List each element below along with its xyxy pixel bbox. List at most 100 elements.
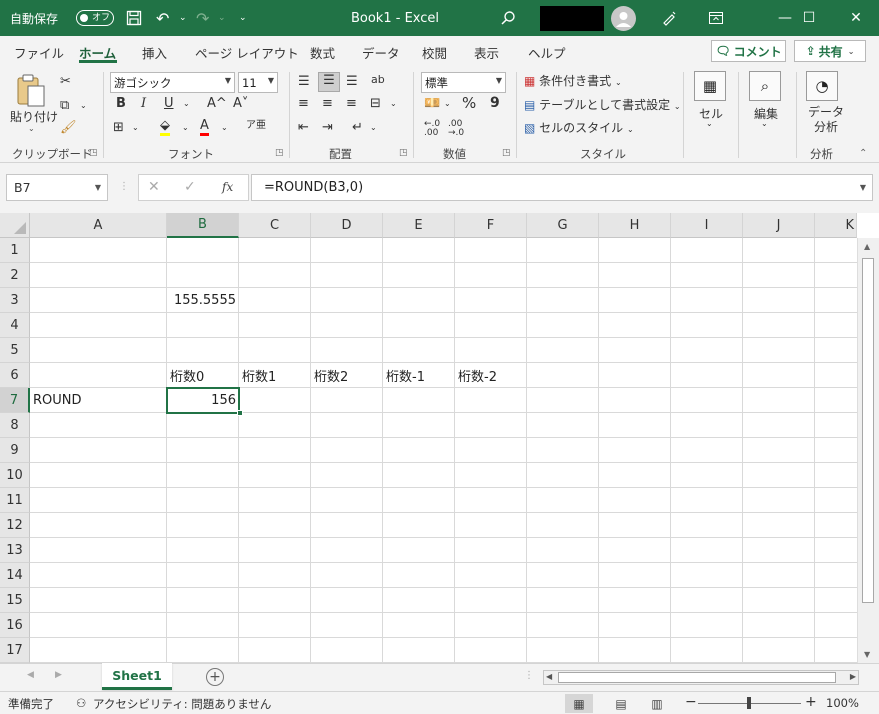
column-header-i[interactable]: I <box>671 213 743 238</box>
currency-dropdown-icon[interactable]: ⌄ <box>444 96 451 112</box>
increase-indent-icon[interactable]: ⇥ <box>322 120 333 136</box>
tab-split-grip[interactable]: ⋮ <box>524 670 534 681</box>
row-header-14[interactable]: 14 <box>0 563 30 588</box>
formula-bar-grip[interactable]: ⋮ <box>119 181 129 192</box>
column-header-b[interactable]: B <box>167 213 239 238</box>
alignment-launcher-icon[interactable]: ◳ <box>399 148 408 158</box>
align-middle-icon[interactable]: ☰ <box>318 72 340 92</box>
cell-c6[interactable]: 桁数1 <box>239 363 311 388</box>
tab-data[interactable]: データ <box>362 43 400 62</box>
column-header-c[interactable]: C <box>239 213 311 238</box>
comma-button[interactable]: 9 <box>490 95 500 111</box>
zoom-level[interactable]: 100% <box>826 696 859 710</box>
row-header-4[interactable]: 4 <box>0 313 30 338</box>
column-header-k[interactable]: K <box>815 213 857 238</box>
column-header-f[interactable]: F <box>455 213 527 238</box>
copy-dropdown-icon[interactable]: ⌄ <box>80 98 87 114</box>
maximize-button[interactable]: ☐ <box>786 0 832 36</box>
zoom-out-button[interactable]: − <box>685 694 697 710</box>
row-header-17[interactable]: 17 <box>0 638 30 663</box>
select-all-button[interactable] <box>0 213 30 238</box>
autosave-toggle[interactable]: オフ <box>76 10 114 26</box>
fill-color-icon[interactable]: ⬙ <box>160 118 170 136</box>
column-header-e[interactable]: E <box>383 213 455 238</box>
column-header-a[interactable]: A <box>30 213 167 238</box>
vertical-scrollbar[interactable]: ▲ ▼ <box>857 238 879 663</box>
page-break-view-button[interactable]: ▥ <box>643 694 671 713</box>
row-header-9[interactable]: 9 <box>0 438 30 463</box>
enter-icon[interactable]: ✓ <box>184 179 196 195</box>
row-header-5[interactable]: 5 <box>0 338 30 363</box>
conditional-formatting-button[interactable]: ▦ 条件付き書式 ⌄ <box>524 72 622 89</box>
scroll-left-icon[interactable]: ◀ <box>546 672 552 681</box>
cut-icon[interactable]: ✂ <box>60 74 71 90</box>
worksheet-grid[interactable]: A B C D E F G H I J K 1 2 3 4 5 6 7 8 9 … <box>0 213 879 663</box>
number-format-select[interactable]: 標準 ▼ <box>421 72 506 93</box>
row-header-8[interactable]: 8 <box>0 413 30 438</box>
cell-styles-button[interactable]: ▧ セルのスタイル ⌄ <box>524 119 634 136</box>
row-header-2[interactable]: 2 <box>0 263 30 288</box>
wrap-text-icon[interactable]: ↵ <box>352 120 363 136</box>
cell-f6[interactable]: 桁数-2 <box>455 363 527 388</box>
format-painter-icon[interactable]: 🖌 <box>60 120 77 136</box>
bold-button[interactable]: B <box>116 96 126 112</box>
scroll-down-icon[interactable]: ▼ <box>864 650 870 659</box>
cell-d6[interactable]: 桁数2 <box>311 363 383 388</box>
merge-center-icon[interactable]: ⊟ <box>370 96 381 112</box>
ribbon-display-options-icon[interactable] <box>709 0 723 36</box>
borders-icon[interactable]: ⊞ <box>113 120 124 136</box>
number-launcher-icon[interactable]: ◳ <box>502 148 511 158</box>
column-header-g[interactable]: G <box>527 213 599 238</box>
column-header-d[interactable]: D <box>311 213 383 238</box>
save-icon[interactable] <box>126 0 142 36</box>
align-left-icon[interactable]: ≡ <box>298 96 309 112</box>
accessibility-status[interactable]: アクセシビリティ: 問題ありません <box>93 696 271 712</box>
row-header-10[interactable]: 10 <box>0 463 30 488</box>
cell-b3[interactable]: 155.5555 <box>167 288 239 313</box>
tab-view[interactable]: 表示 <box>474 43 499 62</box>
scroll-right-icon[interactable]: ▶ <box>850 672 856 681</box>
row-header-11[interactable]: 11 <box>0 488 30 513</box>
quick-access-more-icon[interactable]: ⌄ <box>239 0 247 36</box>
editing-dropdown-icon[interactable]: ⌄ <box>761 119 768 128</box>
tab-formulas[interactable]: 数式 <box>310 43 335 62</box>
font-name-select[interactable]: 游ゴシック ▼ <box>110 72 235 93</box>
row-header-3[interactable]: 3 <box>0 288 30 313</box>
redo-dropdown-icon[interactable]: ⌄ <box>218 0 226 36</box>
search-icon[interactable] <box>500 0 516 36</box>
align-center-icon[interactable]: ≡ <box>322 96 333 112</box>
cells-area[interactable]: 155.5555 桁数0 桁数1 桁数2 桁数-1 桁数-2 ROUND 156 <box>30 238 857 663</box>
row-header-12[interactable]: 12 <box>0 513 30 538</box>
shrink-font-button[interactable]: A˅ <box>233 96 248 112</box>
increase-decimal-icon[interactable]: ←.0.00 <box>424 120 440 138</box>
row-header-15[interactable]: 15 <box>0 588 30 613</box>
page-layout-view-button[interactable]: ▤ <box>607 694 635 713</box>
undo-dropdown-icon[interactable]: ⌄ <box>179 0 187 36</box>
wrap-dropdown-icon[interactable]: ⌄ <box>370 120 377 136</box>
row-header-13[interactable]: 13 <box>0 538 30 563</box>
cancel-icon[interactable]: ✕ <box>148 179 160 195</box>
italic-button[interactable]: I <box>141 96 146 112</box>
share-button[interactable]: ⇪ 共有 ⌄ <box>794 40 866 62</box>
borders-dropdown-icon[interactable]: ⌄ <box>132 120 139 136</box>
font-color-dropdown-icon[interactable]: ⌄ <box>221 120 228 136</box>
find-icon[interactable]: ⌕ <box>749 71 781 101</box>
percent-button[interactable]: % <box>462 95 476 111</box>
sheet-tab-sheet1[interactable]: Sheet1 <box>102 663 172 690</box>
grow-font-button[interactable]: A^ <box>207 96 227 112</box>
merge-dropdown-icon[interactable]: ⌄ <box>390 96 397 112</box>
normal-view-button[interactable]: ▦ <box>565 694 593 713</box>
paste-label[interactable]: 貼り付け <box>10 108 58 125</box>
vertical-scroll-thumb[interactable] <box>862 258 874 603</box>
row-header-16[interactable]: 16 <box>0 613 30 638</box>
horizontal-scroll-thumb[interactable] <box>558 672 836 683</box>
close-button[interactable]: ✕ <box>833 0 879 36</box>
currency-icon[interactable]: 💴 <box>424 96 440 112</box>
formula-input[interactable]: =ROUND(B3,0) ▼ <box>251 174 873 201</box>
clipboard-launcher-icon[interactable]: ◳ <box>89 148 98 158</box>
comment-button[interactable]: 🗨 コメント <box>711 40 786 62</box>
next-sheet-icon[interactable]: ▶ <box>55 670 62 680</box>
data-analysis-icon[interactable]: ◔ <box>806 71 838 101</box>
font-size-select[interactable]: 11 ▼ <box>238 72 278 93</box>
row-header-6[interactable]: 6 <box>0 363 30 388</box>
